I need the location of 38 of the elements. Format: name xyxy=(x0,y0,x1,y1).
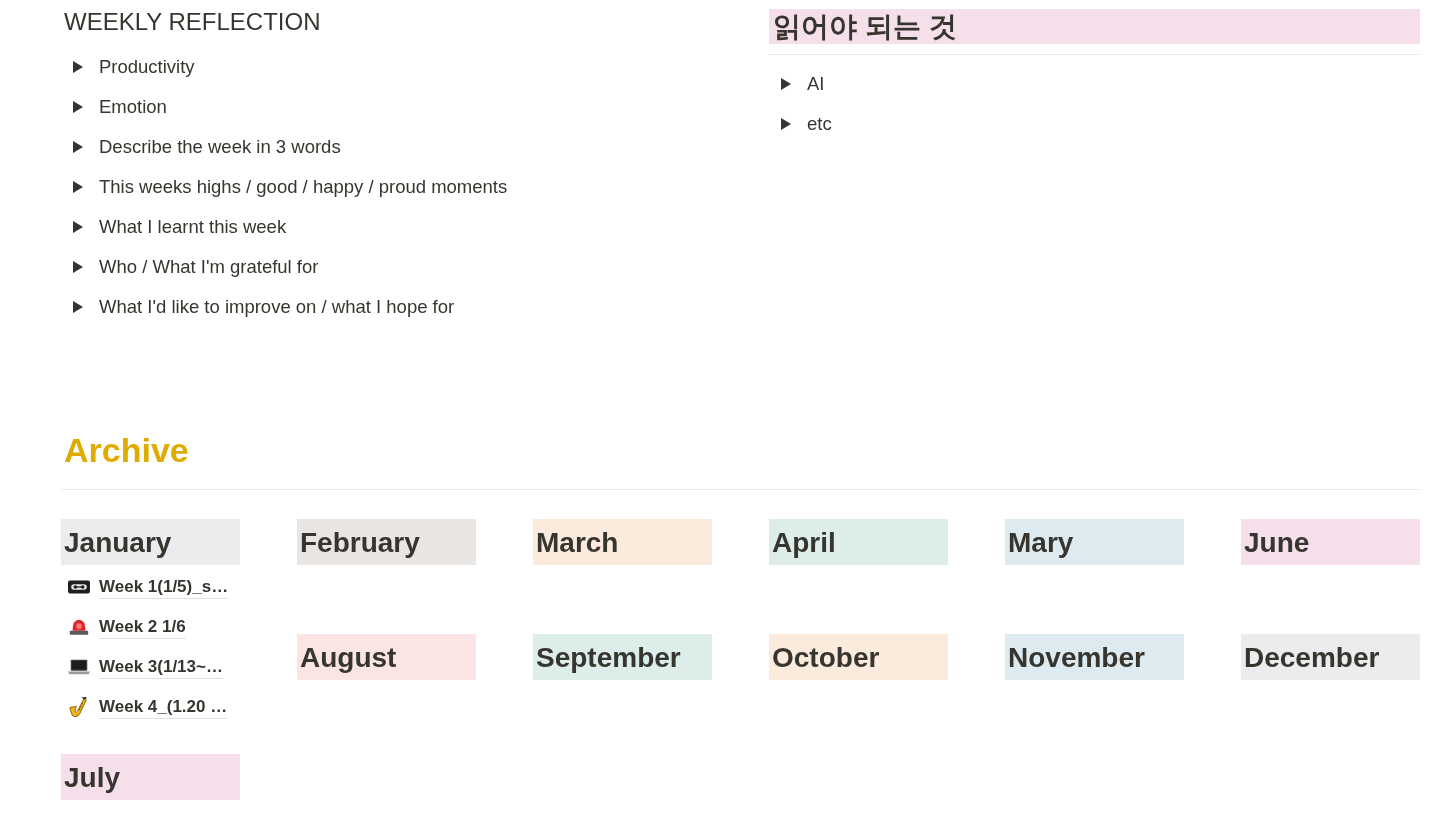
month-heading: November xyxy=(1005,634,1184,680)
toggle-triangle-icon[interactable] xyxy=(73,181,83,193)
toggle-triangle-icon[interactable] xyxy=(73,221,83,233)
page-link[interactable]: Week 1(1/5)_s… xyxy=(99,575,229,599)
month-heading: October xyxy=(769,634,948,680)
toggle-label: Productivity xyxy=(99,55,195,79)
month-heading: April xyxy=(769,519,948,565)
month-heading: Mary xyxy=(1005,519,1184,565)
month-heading: August xyxy=(297,634,476,680)
section-heading: WEEKLY REFLECTION xyxy=(64,7,321,37)
toggle-triangle-icon[interactable] xyxy=(73,141,83,153)
highlighted-heading: 읽어야 되는 것 xyxy=(769,9,1420,44)
saxophone-icon xyxy=(68,696,90,718)
month-heading: December xyxy=(1241,634,1420,680)
toggle-label: Who / What I'm grateful for xyxy=(99,255,319,279)
page-link[interactable]: Week 4_(1.20 … xyxy=(99,695,228,719)
month-heading: January xyxy=(61,519,240,565)
toggle-label: Emotion xyxy=(99,95,167,119)
month-heading: July xyxy=(61,754,240,800)
month-heading: March xyxy=(533,519,712,565)
toggle-label: What I learnt this week xyxy=(99,215,287,239)
toggle-triangle-icon[interactable] xyxy=(73,101,83,113)
month-heading: September xyxy=(533,634,712,680)
toggle-triangle-icon[interactable] xyxy=(781,78,791,90)
toggle-label: This weeks highs / good / happy / proud moments xyxy=(99,175,508,199)
toggle-label: What I'd like to improve on / what I hope for xyxy=(99,295,455,319)
toggle-triangle-icon[interactable] xyxy=(781,118,791,130)
archive-heading: Archive xyxy=(64,430,189,471)
page-link[interactable]: Week 3(1/13~… xyxy=(99,655,223,679)
toggle-triangle-icon[interactable] xyxy=(73,61,83,73)
toggle-label: Describe the week in 3 words xyxy=(99,135,341,159)
toggle-triangle-icon[interactable] xyxy=(73,301,83,313)
page-link[interactable]: Week 2 1/6 xyxy=(99,615,186,639)
toggle-label: AI xyxy=(807,72,825,96)
month-heading: June xyxy=(1241,519,1420,565)
toggle-label: etc xyxy=(807,112,832,136)
month-heading: February xyxy=(297,519,476,565)
toggle-triangle-icon[interactable] xyxy=(73,261,83,273)
